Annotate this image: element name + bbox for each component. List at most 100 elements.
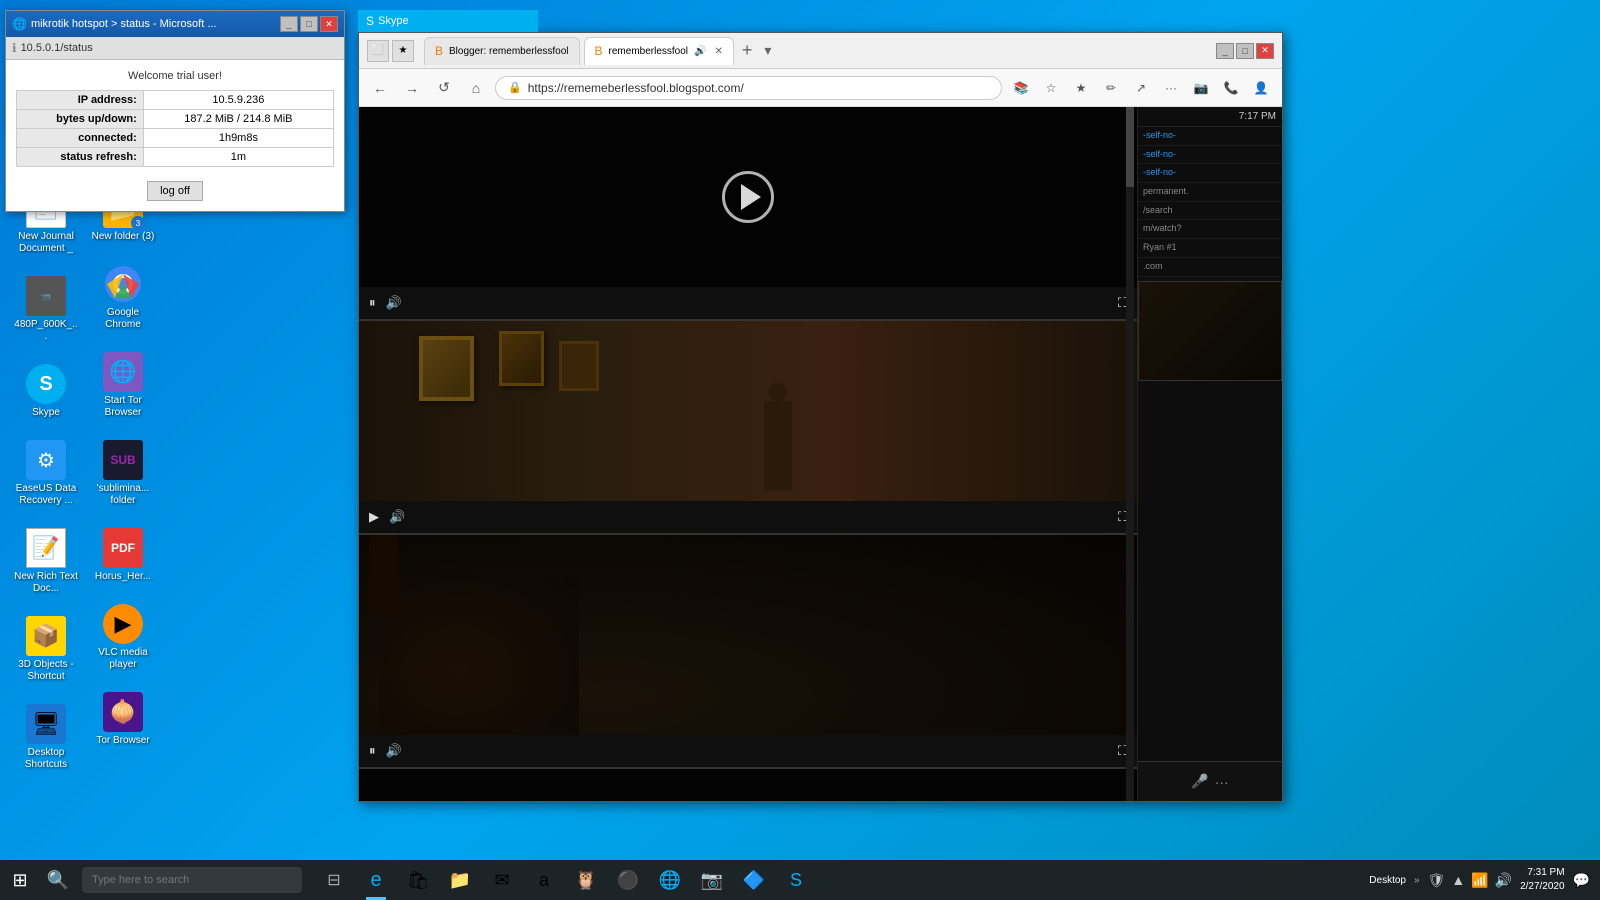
icon-skype[interactable]: S Skype xyxy=(10,360,82,423)
blogger-tab-label: Blogger: rememberlessfool xyxy=(449,46,569,57)
taskbar-unknown[interactable]: 🔷 xyxy=(734,860,774,900)
ip-value: 10.5.9.236 xyxy=(143,91,333,110)
url-lock-icon: 🔒 xyxy=(508,81,522,94)
browser-call-btn[interactable]: 📞 xyxy=(1218,75,1244,101)
sidebar-url-4: Ryan #1 xyxy=(1138,239,1282,258)
browser-navbar: ← → ↺ ⌂ 🔒 https://rememeberlessfool.blog… xyxy=(359,69,1282,107)
icon-3dobjs[interactable]: 📦 3D Objects - Shortcut xyxy=(10,612,82,687)
tray-antivirus[interactable]: 🛡 xyxy=(1428,872,1446,889)
nav-back-btn[interactable]: ← xyxy=(367,75,393,101)
browser-fav-star-btn[interactable]: ☆ xyxy=(1038,75,1064,101)
browser-hub-btn[interactable]: ★ xyxy=(1068,75,1094,101)
browser-profile-btn[interactable]: 👤 xyxy=(1248,75,1274,101)
icon-480p[interactable]: 📹 480P_600K_... xyxy=(10,272,82,347)
taskbar-mail[interactable]: ✉ xyxy=(482,860,522,900)
icon-startbrowser[interactable]: 🌐 Start Tor Browser xyxy=(87,348,159,423)
browser-nav-pages-btn[interactable]: ⬜ xyxy=(367,40,389,62)
logoff-button[interactable]: log off xyxy=(147,181,203,201)
taskbar-edge[interactable]: e xyxy=(356,860,396,900)
mikrotik-close-btn[interactable]: ✕ xyxy=(320,16,338,32)
browser-tab-remember[interactable]: B rememberlessfool 🔊 ✕ xyxy=(584,37,734,65)
skype-title-icon: S xyxy=(366,14,374,28)
video-item-2: ▶ 🔊 ⛶ xyxy=(359,321,1137,535)
icon-desktop[interactable]: 🖥 Desktop Shortcuts xyxy=(10,700,82,775)
url-bar[interactable]: 🔒 https://rememeberlessfool.blogspot.com… xyxy=(495,76,1002,100)
icon-sublimina[interactable]: SUB 'sublimina... folder xyxy=(87,436,159,511)
taskbar-orb[interactable]: ⚫ xyxy=(608,860,648,900)
icon-vlc[interactable]: ▶ VLC media player xyxy=(87,600,159,675)
explorer-icon: 📁 xyxy=(449,870,471,891)
browser-window: ⬜ ★ B Blogger: rememberlessfool B rememb… xyxy=(358,32,1283,802)
volume-btn-1[interactable]: 🔊 xyxy=(386,295,402,311)
taskbar-search-input[interactable] xyxy=(82,867,302,893)
scroll-thumb[interactable] xyxy=(1126,107,1134,187)
play-btn-1[interactable] xyxy=(722,171,774,223)
tray-network[interactable]: 📶 xyxy=(1471,872,1488,889)
browser2-icon: 🌐 xyxy=(659,870,681,891)
browser-camera-btn[interactable]: 📷 xyxy=(1188,75,1214,101)
mikrotik-titlebar: 🌐 mikrotik hotspot > status - Microsoft … xyxy=(6,11,344,37)
icon-torbrow2[interactable]: 🧅 Tor Browser xyxy=(87,688,159,751)
browser-sidebar-btn[interactable]: 📚 xyxy=(1008,75,1034,101)
taskbar-explorer[interactable]: 📁 xyxy=(440,860,480,900)
icon-chrome-label: Google Chrome xyxy=(91,307,155,331)
icon-chrome[interactable]: Google Chrome xyxy=(87,260,159,335)
icon-easeus[interactable]: ⚙ EaseUS Data Recovery ... xyxy=(10,436,82,511)
sidebar-more-btn[interactable]: ··· xyxy=(1215,774,1229,790)
nav-home-btn[interactable]: ⌂ xyxy=(463,75,489,101)
pause-btn-3[interactable]: ⏸ xyxy=(369,743,376,759)
nav-icons-right: 📚 ☆ ★ ✏ ↗ ··· 📷 📞 👤 xyxy=(1008,75,1274,101)
right-sidebar: 7:17 PM -self-no- -self-no- -self-no- pe… xyxy=(1137,107,1282,801)
play-ctrl-btn-2[interactable]: ▶ xyxy=(369,509,379,525)
browser-notes-btn[interactable]: ✏ xyxy=(1098,75,1124,101)
nav-forward-btn[interactable]: → xyxy=(399,75,425,101)
taskbar-browser2[interactable]: 🌐 xyxy=(650,860,690,900)
browser-share-btn[interactable]: ↗ xyxy=(1128,75,1154,101)
video-list[interactable]: ⏸ 🔊 ⛶ xyxy=(359,107,1137,801)
taskbar-taskview[interactable]: ⊟ xyxy=(314,860,354,900)
taskbar-camera[interactable]: 📷 xyxy=(692,860,732,900)
icon-sublimina-label: 'sublimina... folder xyxy=(91,483,155,507)
taskbar-tripadvisor[interactable]: 🦉 xyxy=(566,860,606,900)
url-text: https://rememeberlessfool.blogspot.com/ xyxy=(528,81,744,95)
sidebar-url-2: /search xyxy=(1138,202,1282,221)
store-icon: 🛍 xyxy=(407,870,430,891)
icon-skype-label: Skype xyxy=(32,407,60,419)
start-button[interactable]: ⊞ xyxy=(0,860,40,900)
browser-fav-btn[interactable]: ★ xyxy=(392,40,414,62)
browser-tab-blogger[interactable]: B Blogger: rememberlessfool xyxy=(424,37,580,65)
tray-volume[interactable]: 🔊 xyxy=(1495,872,1512,889)
icon-richtext[interactable]: 📝 New Rich Text Doc... xyxy=(10,524,82,599)
blog-content: ⏸ 🔊 ⛶ xyxy=(359,107,1282,801)
cortana-btn[interactable]: 🔍 xyxy=(40,860,76,900)
mikrotik-maximize-btn[interactable]: □ xyxy=(300,16,318,32)
pic-frame-2 xyxy=(499,331,544,386)
browser-close-btn[interactable]: ✕ xyxy=(1256,43,1274,59)
new-tab-btn[interactable]: + xyxy=(738,40,757,61)
browser-menu-btn[interactable]: ··· xyxy=(1158,75,1184,101)
browser-tabbar: ⬜ ★ B Blogger: rememberlessfool B rememb… xyxy=(359,33,1282,69)
taskbar-clock[interactable]: 7:31 PM 2/27/2020 xyxy=(1520,866,1565,894)
tab-list-btn[interactable]: ▾ xyxy=(760,42,775,59)
volume-btn-3[interactable]: 🔊 xyxy=(386,743,402,759)
browser-maximize-btn[interactable]: □ xyxy=(1236,43,1254,59)
mikrotik-minimize-btn[interactable]: _ xyxy=(280,16,298,32)
bytes-value: 187.2 MiB / 214.8 MiB xyxy=(143,110,333,129)
taskbar-store[interactable]: 🛍 xyxy=(398,860,438,900)
start-icon: ⊞ xyxy=(12,870,27,891)
remember-tab-close[interactable]: ✕ xyxy=(714,46,722,57)
cortana-icon: 🔍 xyxy=(47,870,69,891)
volume-btn-2[interactable]: 🔊 xyxy=(389,509,405,525)
tray-up-arrow[interactable]: ▲ xyxy=(1451,872,1465,888)
taskbar-amazon[interactable]: a xyxy=(524,860,564,900)
action-center-icon[interactable]: 💬 xyxy=(1573,872,1590,889)
video-controls-2: ▶ 🔊 ⛶ xyxy=(359,501,1137,533)
icon-horus[interactable]: PDF Horus_Her... xyxy=(87,524,159,587)
pause-btn-1[interactable]: ⏸ xyxy=(369,295,376,311)
nav-refresh-btn[interactable]: ↺ xyxy=(431,75,457,101)
skype-title-overlay: S Skype xyxy=(358,10,538,32)
connected-value: 1h9m8s xyxy=(143,129,333,148)
taskview-icon: ⊟ xyxy=(327,870,340,890)
taskbar-skype2[interactable]: S xyxy=(776,860,816,900)
browser-minimize-btn[interactable]: _ xyxy=(1216,43,1234,59)
